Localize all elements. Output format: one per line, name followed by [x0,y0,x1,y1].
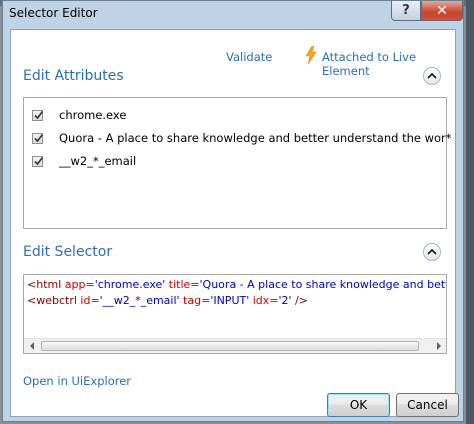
collapse-attributes-button[interactable] [423,67,441,85]
edit-attributes-header: Edit Attributes [23,68,124,84]
close-button[interactable]: ✕ [421,1,463,21]
selector-attr-name: id= [80,294,100,307]
selector-line-webctrl: <webctrl id='__w2_*_email' tag='INPUT' i… [27,294,308,307]
scroll-right-button[interactable] [431,339,446,353]
attribute-label: Quora - A place to share knowledge and b… [59,131,452,145]
ok-button[interactable]: OK [327,393,390,417]
selector-line-html: <html app='chrome.exe' title='Quora - A … [27,278,446,291]
selector-attr-name: app= [64,278,95,291]
lightning-bolt-icon [305,46,317,64]
selector-attr-name: idx= [249,294,279,307]
cancel-button[interactable]: Cancel [396,393,459,417]
chevron-up-icon [427,72,437,79]
selector-attr-value: 'INPUT' [210,294,250,307]
selector-text-editor[interactable]: <html app='chrome.exe' title='Quora - A … [23,274,447,354]
chevron-up-icon [427,248,437,255]
selector-editor-window: Selector Editor ? ✕ Validate Attached to… [2,0,464,422]
horizontal-scrollbar[interactable] [24,338,446,353]
checkmark-icon [34,110,44,119]
selector-tag: <html [27,278,65,291]
arrow-left-icon [29,342,34,350]
scroll-left-button[interactable] [24,339,39,353]
selector-attr-value: '__w2_*_email' [99,294,180,307]
background-window-edge-right [466,0,474,424]
attribute-row[interactable]: chrome.exe [32,106,126,124]
attribute-row[interactable]: __w2_*_email [32,152,136,170]
attribute-checkbox[interactable] [32,155,44,167]
checkmark-icon [34,133,44,142]
help-button[interactable]: ? [391,1,421,21]
scrollbar-thumb[interactable] [41,341,419,351]
attribute-row[interactable]: Quora - A place to share knowledge and b… [32,129,452,147]
validate-link[interactable]: Validate [226,50,272,64]
attribute-label: __w2_*_email [59,154,137,168]
edit-selector-header: Edit Selector [23,244,113,260]
collapse-selector-button[interactable] [423,243,441,261]
open-in-uiexplorer-link[interactable]: Open in UiExplorer [23,374,131,388]
attribute-checkbox[interactable] [32,109,44,121]
title-bar: Selector Editor ? ✕ [3,1,463,29]
selector-attr-value: 'chrome.exe' [94,278,166,291]
dialog-content: Validate Attached to Live Element Edit A… [10,29,459,417]
selector-attr-name: tag= [179,294,211,307]
arrow-right-icon [436,342,441,350]
selector-attr-name: title= [165,278,200,291]
attribute-label: chrome.exe [59,108,127,122]
window-title: Selector Editor [9,6,98,20]
selector-tag: <webctrl [27,294,81,307]
checkmark-icon [34,156,44,165]
selector-tag-close: /> [291,294,308,307]
selector-attr-value: '2' [278,294,292,307]
attributes-list: chrome.exe Quora - A place to share know… [23,97,452,229]
attribute-checkbox[interactable] [32,132,44,144]
selector-attr-value: 'Quora - A place to share knowledge and … [199,278,446,291]
